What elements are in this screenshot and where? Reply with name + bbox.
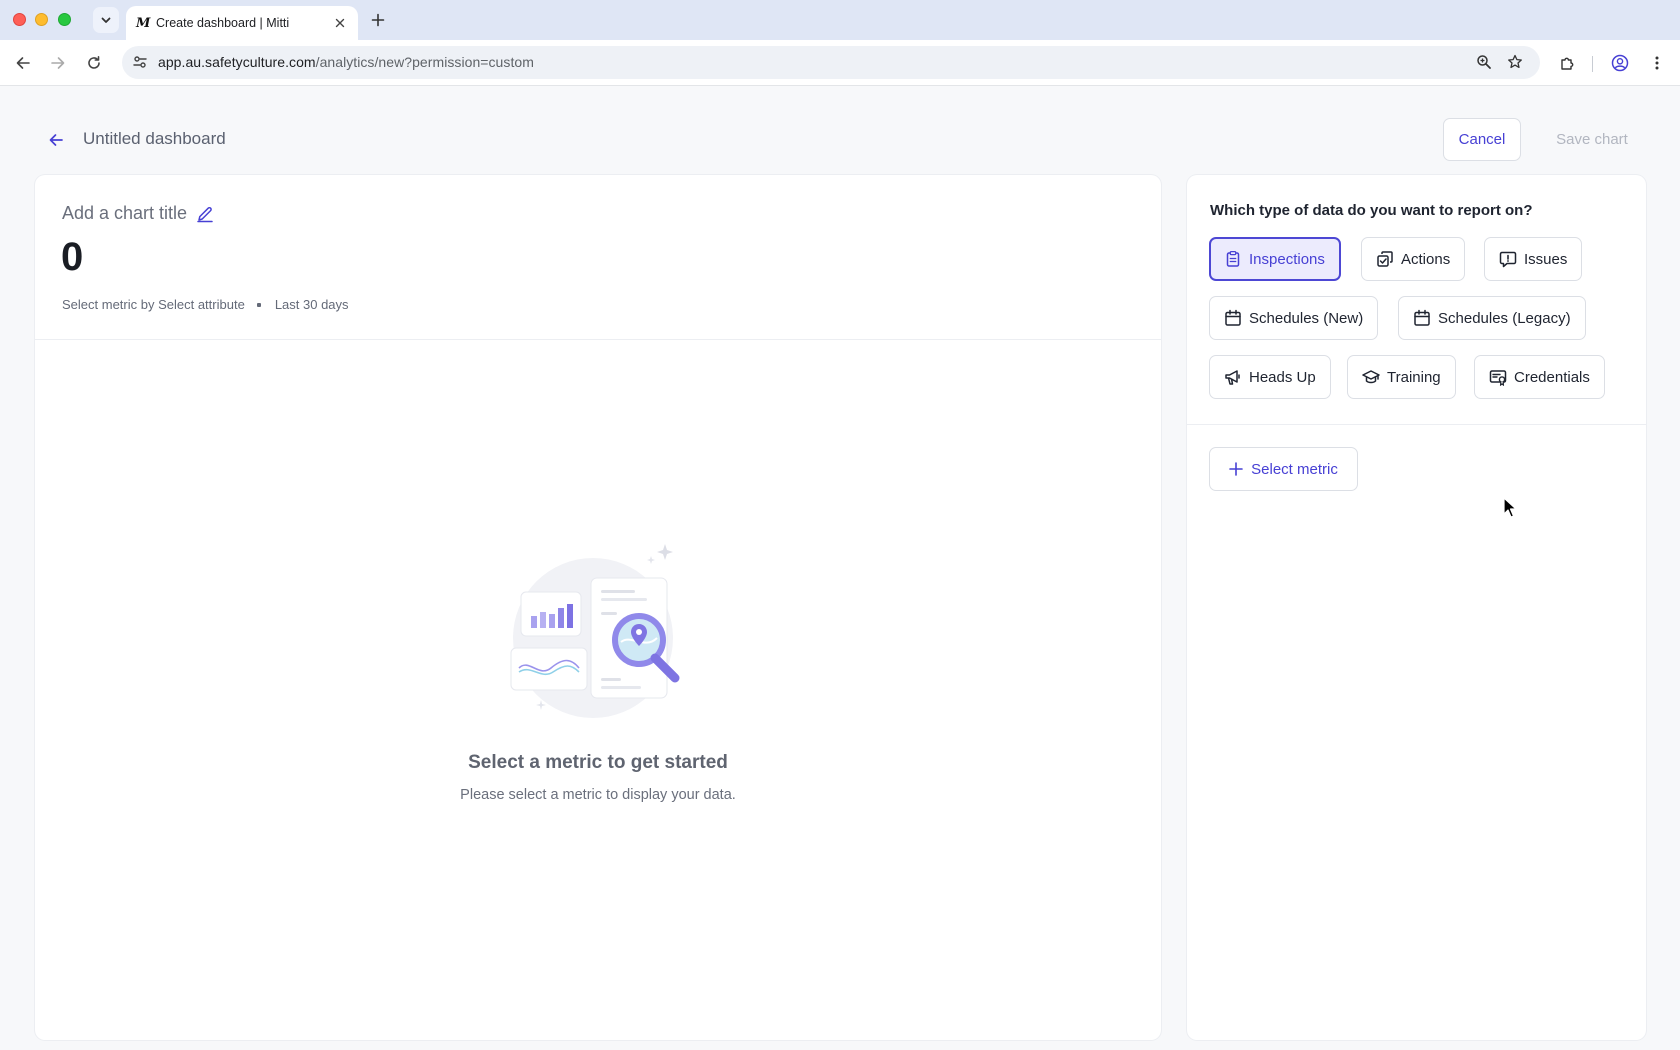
bookmark-button[interactable] — [1505, 52, 1525, 72]
url-host: app.au.safetyculture.com — [158, 54, 316, 70]
profile-button[interactable] — [1609, 52, 1631, 74]
data-type-schedules-legacy-button[interactable]: Schedules (Legacy) — [1398, 296, 1586, 340]
site-info-button[interactable] — [130, 52, 150, 72]
plus-icon — [371, 13, 385, 27]
address-bar[interactable]: app.au.safetyculture.com/analytics/new?p… — [122, 46, 1540, 79]
tab-search-button[interactable] — [93, 7, 119, 33]
calendar-icon — [1414, 309, 1430, 326]
mouse-cursor-icon — [1503, 497, 1517, 518]
zoom-button[interactable] — [1474, 52, 1494, 72]
graduation-cap-icon — [1362, 370, 1380, 384]
actions-icon — [1377, 251, 1393, 267]
mitti-favicon-icon: M — [136, 15, 151, 31]
chevron-down-icon — [101, 17, 111, 23]
date-range: Last 30 days — [274, 297, 349, 312]
dashboard-title[interactable]: Untitled dashboard — [83, 129, 226, 149]
divider — [35, 339, 1161, 340]
star-icon — [1508, 54, 1522, 69]
data-type-label: Credentials — [1514, 368, 1590, 386]
chart-meta: Select metric by Select attribute Last 3… — [62, 297, 349, 312]
data-type-schedules-new-button[interactable]: Schedules (New) — [1209, 296, 1379, 340]
data-type-label: Training — [1387, 368, 1441, 386]
data-type-label: Issues — [1524, 250, 1568, 268]
toolbar-separator — [1592, 56, 1593, 72]
chart-preview-card: Add a chart title 0 Select metric by Sel… — [35, 175, 1161, 1040]
select-metric-label: Select metric — [1251, 460, 1338, 478]
empty-state-illustration — [510, 544, 680, 718]
data-type-issues-button[interactable]: Issues — [1484, 237, 1583, 281]
data-type-label: Actions — [1401, 250, 1451, 268]
new-tab-button[interactable] — [367, 9, 389, 31]
chart-value: 0 — [61, 235, 84, 279]
more-vertical-icon — [1655, 56, 1659, 70]
separator-dot — [256, 302, 261, 307]
issue-icon — [1499, 251, 1517, 268]
back-nav-button[interactable] — [12, 52, 34, 74]
empty-state-subtitle: Please select a metric to display your d… — [460, 787, 736, 803]
reload-button[interactable] — [83, 52, 105, 74]
pencil-icon[interactable] — [196, 205, 214, 223]
data-type-heads-up-button[interactable]: Heads Up — [1209, 355, 1331, 399]
window-minimize-button[interactable] — [35, 13, 48, 26]
data-type-label: Schedules (New) — [1249, 309, 1364, 327]
clipboard-icon — [1226, 250, 1240, 267]
data-type-label: Inspections — [1249, 250, 1325, 268]
tab-close-icon[interactable] — [332, 15, 348, 31]
data-type-inspections-button[interactable]: Inspections — [1209, 237, 1341, 281]
reload-icon — [88, 56, 100, 69]
chart-title-editor[interactable]: Add a chart title — [62, 203, 214, 224]
save-chart-button[interactable]: Save chart — [1540, 118, 1644, 161]
back-button[interactable] — [44, 128, 68, 152]
calendar-icon — [1225, 309, 1241, 326]
data-config-panel: Which type of data do you want to report… — [1187, 175, 1646, 1040]
credential-icon — [1489, 370, 1507, 386]
data-type-actions-button[interactable]: Actions — [1361, 237, 1466, 281]
extensions-button[interactable] — [1556, 52, 1578, 74]
metric-summary: Select metric by Select attribute — [62, 297, 245, 312]
puzzle-icon — [1560, 57, 1573, 70]
cancel-button[interactable]: Cancel — [1443, 118, 1521, 161]
tab-title: Create dashboard | Mitti — [156, 16, 290, 30]
browser-toolbar: app.au.safetyculture.com/analytics/new?p… — [0, 40, 1680, 86]
data-type-label: Heads Up — [1249, 368, 1316, 386]
arrow-left-icon — [49, 134, 63, 146]
data-type-credentials-button[interactable]: Credentials — [1474, 355, 1605, 399]
arrow-left-icon — [16, 57, 30, 69]
forward-nav-button[interactable] — [47, 52, 69, 74]
plus-icon — [1229, 462, 1243, 476]
chart-title-placeholder: Add a chart title — [62, 203, 188, 223]
zoom-icon — [1477, 55, 1491, 69]
megaphone-icon — [1225, 370, 1240, 385]
data-type-training-button[interactable]: Training — [1347, 355, 1456, 399]
data-type-question: Which type of data do you want to report… — [1210, 202, 1533, 219]
empty-state-title: Select a metric to get started — [468, 752, 728, 773]
data-type-label: Schedules (Legacy) — [1438, 309, 1571, 327]
browser-menu-button[interactable] — [1646, 52, 1668, 74]
tune-icon — [133, 56, 147, 68]
window-close-button[interactable] — [13, 13, 26, 26]
arrow-right-icon — [51, 57, 65, 69]
select-metric-button[interactable]: Select metric — [1209, 447, 1358, 491]
browser-tab-bar: M Create dashboard | Mitti — [0, 0, 1680, 40]
window-maximize-button[interactable] — [58, 13, 71, 26]
divider — [1187, 424, 1646, 425]
browser-tab-active[interactable]: M Create dashboard | Mitti — [126, 6, 358, 40]
profile-icon — [1611, 54, 1629, 72]
url-text: app.au.safetyculture.com/analytics/new?p… — [158, 54, 534, 70]
url-path: /analytics/new?permission=custom — [315, 54, 534, 70]
